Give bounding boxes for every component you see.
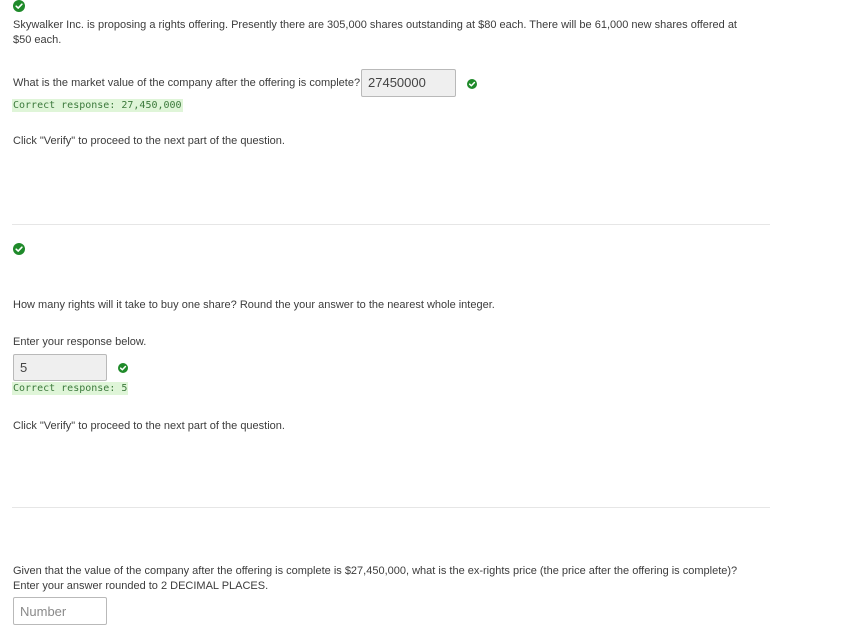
rights-input[interactable]: 5: [13, 354, 107, 381]
problem-text: Skywalker Inc. is proposing a rights off…: [13, 19, 737, 46]
correct-response: Correct response: 5: [12, 382, 129, 395]
question-ex-rights-price: Given that the value of the company afte…: [13, 565, 738, 592]
check-circle-icon: [118, 363, 128, 373]
divider: [12, 224, 770, 225]
ex-rights-price-input[interactable]: [13, 597, 107, 625]
verify-note: Click "Verify" to proceed to the next pa…: [13, 135, 285, 147]
market-value-input[interactable]: 27450000: [361, 69, 456, 97]
question-page: Skywalker Inc. is proposing a rights off…: [0, 0, 845, 634]
response-prompt: Enter your response below.: [13, 336, 147, 348]
question-rights-per-share: How many rights will it take to buy one …: [13, 299, 495, 311]
question-market-value: What is the market value of the company …: [13, 77, 361, 89]
check-circle-icon: [467, 79, 477, 89]
check-circle-icon: [13, 243, 25, 255]
check-circle-icon: [13, 0, 25, 12]
correct-response: Correct response: 27,450,000: [12, 99, 183, 112]
verify-note: Click "Verify" to proceed to the next pa…: [13, 420, 285, 432]
divider: [12, 507, 770, 508]
